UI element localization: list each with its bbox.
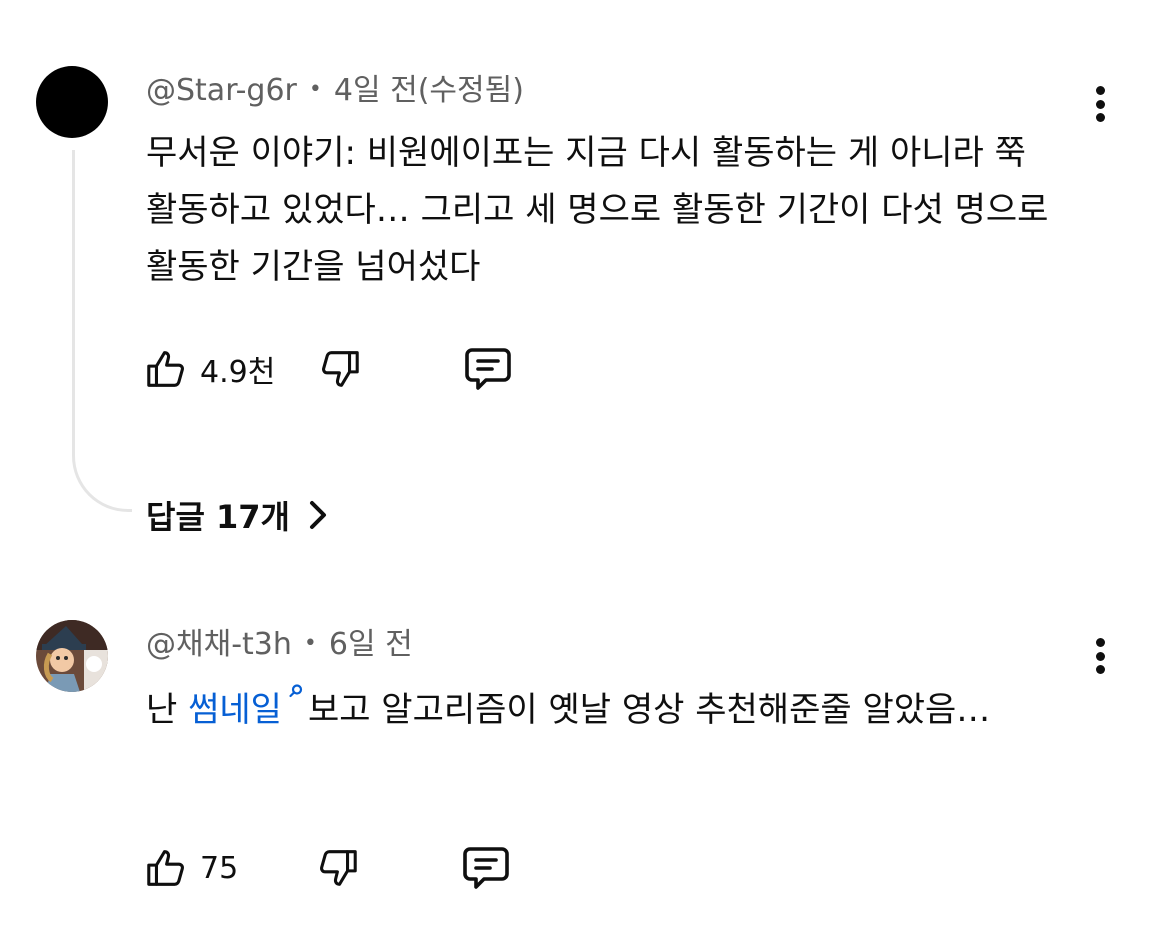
meta-separator: • — [303, 631, 317, 656]
more-options-button[interactable] — [1080, 634, 1120, 678]
more-vert-icon — [1095, 86, 1105, 95]
like-button[interactable]: 75 — [144, 843, 238, 893]
view-replies-button[interactable]: 답글 17개 — [146, 490, 328, 540]
replies-count-label: 답글 17개 — [146, 498, 290, 536]
search-icon — [289, 684, 303, 698]
comment-text-after: 보고 알고리즘이 옛날 영상 추천해준줄 알았음… — [307, 690, 991, 730]
comment-meta: @채채-t3h • 6일 전 — [146, 624, 413, 665]
like-count: 75 — [200, 850, 239, 886]
avatar[interactable] — [36, 620, 108, 692]
more-options-button[interactable] — [1080, 82, 1120, 126]
comment-actions: 75 — [144, 843, 744, 893]
comment-time: 6일 전 — [328, 627, 413, 662]
comment-icon — [465, 348, 511, 390]
thread-line — [72, 150, 132, 512]
like-count: 4.9천 — [200, 355, 276, 390]
meta-separator: • — [308, 77, 322, 102]
comment-time: 4일 전(수정됨) — [333, 73, 524, 108]
thumbs-down-icon — [322, 351, 359, 387]
thumbs-down-icon — [320, 850, 357, 886]
comment-text: 무서운 이야기: 비원에이포는 지금 다시 활동하는 게 아니라 쭉 활동하고 … — [146, 133, 1049, 287]
comment-author[interactable]: @채채-t3h — [146, 627, 292, 662]
comment-text-before: 난 — [146, 690, 189, 730]
chevron-right-icon — [310, 501, 326, 529]
dislike-button[interactable] — [316, 344, 362, 394]
comment-text: 난 썸네일 보고 알고리즘이 옛날 영상 추천해준줄 알았음… — [146, 682, 1076, 739]
thumbs-up-icon — [147, 351, 184, 387]
avatar[interactable] — [36, 66, 108, 138]
comment-icon — [463, 847, 509, 889]
comment-author[interactable]: @Star-g6r — [146, 73, 297, 108]
like-button[interactable]: 4.9천 — [144, 344, 275, 394]
avatar-image — [36, 620, 108, 692]
search-link[interactable]: 썸네일 — [188, 690, 282, 730]
thumbs-up-icon — [147, 850, 184, 886]
comment-actions: 4.9천 — [144, 344, 744, 394]
comment-meta: @Star-g6r • 4일 전(수정됨) — [146, 70, 524, 111]
comment-thread: @Star-g6r • 4일 전(수정됨) 무서운 이야기: 비원에이포는 지금 다… — [0, 0, 1170, 560]
comment-thread: @채채-t3h • 6일 전 난 썸네일 보고 알고리즘이 옛날 영상 추천해준줄 알… — [0, 600, 1170, 931]
dislike-button[interactable] — [314, 843, 360, 893]
reply-button[interactable] — [460, 843, 512, 893]
reply-button[interactable] — [462, 344, 514, 394]
more-vert-icon — [1095, 638, 1105, 647]
